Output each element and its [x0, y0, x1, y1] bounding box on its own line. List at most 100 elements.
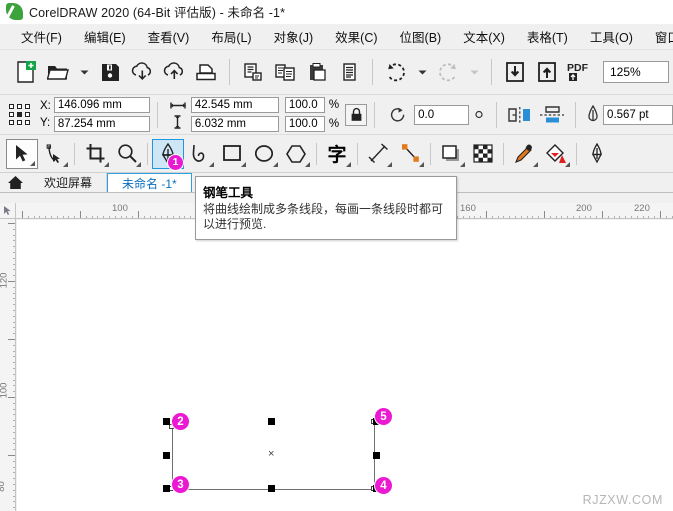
- import-cloud-icon[interactable]: [126, 55, 158, 89]
- rectangle-tool-flyout-icon[interactable]: [241, 161, 246, 167]
- crop-tool-flyout-icon[interactable]: [104, 161, 109, 167]
- menu-edit[interactable]: 编辑(E): [73, 24, 137, 49]
- toolbar-separator-1: [229, 59, 230, 85]
- vertical-ruler[interactable]: 120 100 80: [0, 219, 16, 511]
- scale-y-input[interactable]: 100.0: [284, 116, 325, 132]
- tab-welcome-screen[interactable]: 欢迎屏幕: [30, 173, 108, 192]
- object-height-input[interactable]: 6.032 mm: [190, 116, 279, 132]
- home-icon[interactable]: [0, 173, 30, 192]
- redo-icon[interactable]: [432, 55, 464, 89]
- zoom-tool[interactable]: [111, 139, 143, 169]
- eyedropper-tool-flyout-icon[interactable]: [533, 161, 538, 167]
- toolbox-separator-6: [503, 142, 504, 165]
- mirror-horizontal-icon[interactable]: [504, 98, 536, 132]
- rotation-icon: [382, 98, 414, 132]
- ellipse-tool-flyout-icon[interactable]: [273, 161, 278, 167]
- paste-icon[interactable]: [301, 55, 333, 89]
- rectangle-tool[interactable]: [216, 139, 248, 169]
- connector-tool-flyout-icon[interactable]: [419, 161, 424, 167]
- selection-handle-nw[interactable]: [163, 418, 170, 425]
- tooltip-title: 钢笔工具: [203, 186, 254, 200]
- pen-tool[interactable]: 1: [152, 138, 184, 171]
- ellipse-tool[interactable]: [248, 139, 280, 169]
- scale-fields: 100.0 100.0: [284, 97, 325, 132]
- new-document-icon[interactable]: [10, 55, 42, 89]
- fill-tool-flyout-icon[interactable]: [565, 161, 570, 167]
- connector-tool[interactable]: [394, 139, 426, 169]
- outline-width-input[interactable]: 0.567 pt: [603, 104, 673, 125]
- paste-special-icon[interactable]: [333, 55, 365, 89]
- zoom-tool-flyout-icon[interactable]: [136, 161, 141, 167]
- undo-icon[interactable]: [380, 55, 412, 89]
- publish-pdf-icon[interactable]: PDF: [563, 55, 595, 89]
- freehand-curve-tool[interactable]: [184, 139, 216, 169]
- crop-tool[interactable]: [79, 139, 111, 169]
- text-tool[interactable]: 字: [321, 139, 353, 169]
- selection-handle-sw[interactable]: [163, 485, 170, 492]
- dimension-tool-flyout-icon[interactable]: [387, 161, 392, 167]
- menu-layout[interactable]: 布局(L): [200, 24, 262, 49]
- lock-ratio-icon[interactable]: [345, 103, 368, 126]
- property-separator-2: [374, 101, 376, 128]
- text-tool-flyout-icon[interactable]: [346, 161, 351, 167]
- zoom-level-input[interactable]: 125%: [603, 61, 669, 83]
- menu-table[interactable]: 表格(T): [516, 24, 579, 49]
- object-origin-icon[interactable]: [8, 102, 34, 128]
- ruler-corner-box[interactable]: [0, 203, 16, 219]
- tab-untitled-1[interactable]: 未命名 -1*: [107, 173, 192, 192]
- pick-tool[interactable]: [6, 138, 38, 169]
- menu-view[interactable]: 查看(V): [137, 24, 201, 49]
- drawing-canvas[interactable]: × 2 3 4 5 RJZXW.COM: [17, 220, 673, 511]
- shape-tool[interactable]: [38, 139, 70, 169]
- drop-shadow-tool-flyout-icon[interactable]: [460, 161, 465, 167]
- y-position-input[interactable]: 87.254 mm: [53, 116, 150, 132]
- polygon-tool[interactable]: [280, 139, 312, 169]
- zoom-level-value: 125%: [610, 65, 641, 79]
- menu-window[interactable]: 窗口: [644, 24, 673, 49]
- interactive-fill-tool[interactable]: [540, 139, 572, 169]
- scale-x-input[interactable]: 100.0: [284, 97, 325, 113]
- shape-tool-flyout-icon[interactable]: [63, 161, 68, 167]
- selection-handle-w[interactable]: [163, 452, 170, 459]
- vruler-label-80: 80: [0, 481, 7, 492]
- redo-dropdown-icon[interactable]: [464, 55, 484, 89]
- menu-object[interactable]: 对象(J): [263, 24, 325, 49]
- text-tool-glyph: 字: [327, 144, 347, 166]
- open-dropdown-icon[interactable]: [74, 55, 94, 89]
- menu-file[interactable]: 文件(F): [10, 24, 73, 49]
- freehand-tool-flyout-icon[interactable]: [209, 161, 214, 167]
- selection-center-marker: ×: [268, 448, 275, 460]
- menu-tools[interactable]: 工具(O): [579, 24, 644, 49]
- outline-width-icon: [583, 98, 603, 132]
- toolbox-separator-3: [316, 142, 317, 165]
- save-icon[interactable]: [94, 55, 126, 89]
- mirror-vertical-icon[interactable]: [536, 98, 568, 132]
- export-cloud-icon[interactable]: [158, 55, 190, 89]
- selection-handle-e[interactable]: [373, 452, 380, 459]
- transparency-tool[interactable]: [467, 139, 499, 169]
- polygon-tool-flyout-icon[interactable]: [305, 161, 310, 167]
- menu-text[interactable]: 文本(X): [452, 24, 516, 49]
- object-width-input[interactable]: 42.545 mm: [190, 97, 279, 113]
- toolbar-separator-2: [372, 59, 373, 85]
- selection-handle-n[interactable]: [268, 418, 275, 425]
- menu-bitmaps[interactable]: 位图(B): [389, 24, 453, 49]
- color-eyedropper-tool[interactable]: [508, 139, 540, 169]
- drop-shadow-tool[interactable]: [435, 139, 467, 169]
- rotation-angle-input[interactable]: 0.0: [414, 104, 470, 125]
- size-fields: 42.545 mm 6.032 mm: [190, 97, 279, 132]
- copy-icon[interactable]: [269, 55, 301, 89]
- selection-handle-s[interactable]: [268, 485, 275, 492]
- export-icon[interactable]: [531, 55, 563, 89]
- print-icon[interactable]: [190, 55, 222, 89]
- dimension-tool[interactable]: [362, 139, 394, 169]
- import-icon[interactable]: [499, 55, 531, 89]
- scale-x-percent: %: [328, 99, 340, 111]
- outline-pen-tool[interactable]: [581, 139, 613, 169]
- undo-dropdown-icon[interactable]: [412, 55, 432, 89]
- cut-icon[interactable]: [237, 55, 269, 89]
- menu-effects[interactable]: 效果(C): [324, 24, 388, 49]
- x-position-input[interactable]: 146.096 mm: [53, 97, 150, 113]
- pick-tool-flyout-icon[interactable]: [30, 160, 35, 166]
- open-document-icon[interactable]: [42, 55, 74, 89]
